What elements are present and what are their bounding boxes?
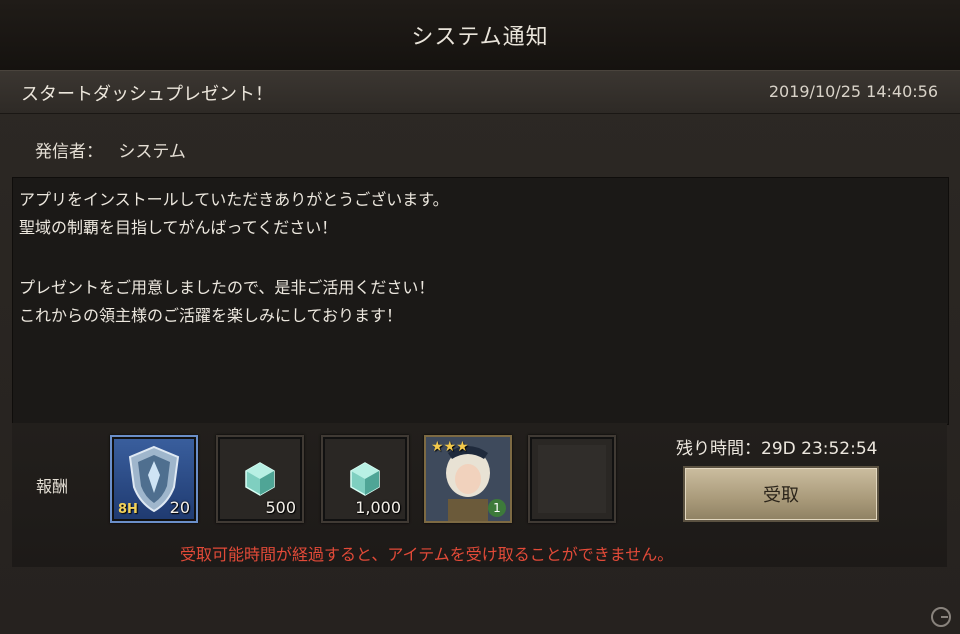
speedup-badge: 8H [118, 502, 138, 517]
body-line: アプリをインストールしていただきありがとうございます。 [19, 190, 449, 209]
subject-bar: スタートダッシュプレゼント！ 2019/10/25 14:40:56 [0, 70, 960, 114]
window-title: システム通知 [411, 25, 549, 50]
reward-slot-gem[interactable]: 500 [216, 435, 304, 523]
watermark-icon [931, 607, 951, 627]
body-line: プレゼントをご用意しましたので、是非ご活用ください！ [19, 278, 435, 297]
body-line: 聖域の制覇を目指してがんばってください！ [19, 218, 338, 237]
item-quantity: 1,000 [355, 498, 401, 517]
reward-label: 報酬 [36, 477, 69, 496]
reward-slot-gem[interactable]: 1,000 [321, 435, 409, 523]
reward-slot-speedup[interactable]: 8H 20 [110, 435, 198, 523]
reward-slot-empty [528, 435, 616, 523]
sender-name: システム [118, 142, 186, 162]
expiry-warning: 受取可能時間が経過すると、アイテムを受け取ることができません。 [180, 545, 674, 564]
rarity-stars: ★★★ [431, 439, 469, 455]
mail-subject: スタートダッシュプレゼント！ [21, 84, 273, 105]
mail-body: アプリをインストールしていただきありがとうございます。 聖域の制覇を目指してがん… [12, 177, 949, 425]
receive-button[interactable]: 受取 [683, 466, 879, 522]
mail-datetime: 2019/10/25 14:40:56 [768, 82, 938, 101]
sender-row: 発信者： システム [35, 137, 186, 162]
remaining-time: 残り時間：29D 23:52:54 [676, 439, 878, 459]
body-line: これからの領主様のご活躍を楽しみにしております！ [19, 306, 403, 325]
reward-slot-hero[interactable]: ★★★ 1 [424, 435, 512, 523]
sender-label: 発信者： [35, 142, 103, 162]
item-quantity: 20 [169, 498, 190, 517]
receive-button-label: 受取 [763, 485, 799, 506]
hero-level-badge: 1 [488, 499, 506, 517]
empty-slot [538, 445, 606, 513]
item-quantity: 500 [265, 498, 296, 517]
title-bar: システム通知 [0, 0, 960, 71]
